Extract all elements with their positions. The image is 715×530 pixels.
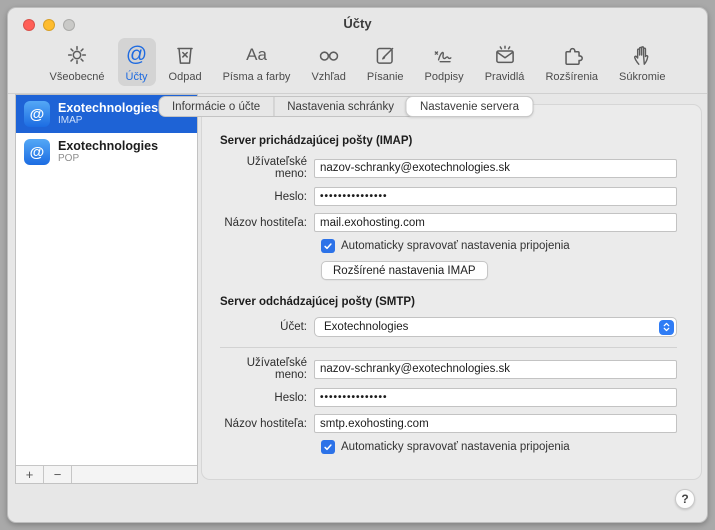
window-title: Účty [343,16,372,31]
account-list: @ Exotechnologies IMAP @ Exotechnologies… [15,94,198,484]
glasses-icon [316,41,342,69]
outgoing-hostname-field[interactable] [314,414,677,433]
incoming-password-label: Heslo: [274,190,307,203]
incoming-username-field[interactable] [314,158,677,178]
account-protocol: IMAP [58,115,83,126]
titlebar: Účty [8,8,707,32]
tab-server-settings[interactable]: Nastavenie servera [405,96,534,117]
minimize-button[interactable] [43,19,55,31]
toolbar-item-signatures[interactable]: Podpisy [417,38,472,86]
account-protocol: POP [58,153,80,164]
compose-icon [372,41,398,69]
toolbar-item-extensions[interactable]: Rozšírenia [537,38,606,86]
toolbar-item-general[interactable]: Všeobecné [42,38,113,86]
signature-icon [431,41,457,69]
gear-icon [64,41,90,69]
toolbar-item-fonts-colors[interactable]: Aa Písma a farby [215,38,299,86]
section-divider [220,347,677,348]
toolbar-item-label: Podpisy [424,71,464,83]
toolbar-item-label: Súkromie [619,71,666,83]
hand-icon [629,41,655,69]
puzzle-icon [559,41,585,69]
outgoing-username-field[interactable] [314,359,677,379]
toolbar-item-label: Vzhľad [311,71,346,83]
advanced-imap-settings-button[interactable]: Rozšírené nastavenia IMAP [321,261,488,280]
tab-account-info[interactable]: Informácie o účte [159,97,273,116]
outgoing-account-label: Účet: [280,321,307,333]
toolbar-item-label: Písma a farby [222,71,291,83]
trash-icon [172,41,198,69]
checkmark-icon [324,243,332,250]
popup-stepper-icon [659,319,674,335]
zoom-button [63,19,75,31]
outgoing-account-value: Exotechnologies [324,321,409,333]
outgoing-account-popup[interactable]: Exotechnologies [314,317,677,337]
toolbar-item-junk[interactable]: Odpad [161,38,210,86]
tab-mailbox-settings[interactable]: Nastavenia schránky [273,97,407,116]
account-name: Exotechnologies [58,139,159,153]
account-name: Exotechnologies [58,101,159,115]
checkmark-icon [324,444,332,451]
account-list-actions: + − [16,465,197,483]
toolbar-item-accounts[interactable]: @ Účty [117,38,156,86]
help-button[interactable]: ? [675,489,695,509]
outgoing-auto-manage-label: Automaticky spravovať nastavenia pripoje… [341,441,570,453]
incoming-server-heading: Server prichádzajúcej pošty (IMAP) [220,135,413,147]
add-account-button[interactable]: + [16,466,44,483]
toolbar-item-label: Rozšírenia [545,71,599,83]
outgoing-hostname-label: Názov hostiteľa: [224,417,307,430]
incoming-hostname-label: Názov hostiteľa: [224,216,307,229]
traffic-lights [23,19,75,31]
toolbar-item-label: Pravidlá [484,71,525,83]
outgoing-password-field[interactable] [314,388,677,407]
account-at-icon: @ [24,139,50,165]
server-settings-panel: Server prichádzajúcej pošty (IMAP) Užíva… [201,104,702,480]
account-at-icon: @ [24,101,50,127]
incoming-username-label: Užívateľské meno: [246,156,307,180]
preferences-window: Účty Všeobecné @ Účty Odpad Aa Písma a f… [7,7,708,523]
outgoing-username-label: Užívateľské meno: [246,357,307,381]
toolbar-item-label: Účty [125,71,148,83]
outgoing-auto-manage-checkbox[interactable] [321,440,335,454]
toolbar-item-privacy[interactable]: Súkromie [611,38,673,86]
toolbar-item-viewing[interactable]: Vzhľad [303,38,353,86]
incoming-auto-manage-label: Automaticky spravovať nastavenia pripoje… [341,240,570,252]
toolbar-item-composing[interactable]: Písanie [359,38,412,86]
account-row-pop[interactable]: @ Exotechnologies POP [16,133,197,171]
account-tabs: Informácie o účte Nastavenia schránky Na… [157,96,534,117]
close-button[interactable] [23,19,35,31]
toolbar-item-label: Všeobecné [49,71,105,83]
outgoing-server-heading: Server odchádzajúcej pošty (SMTP) [220,296,415,308]
outgoing-password-label: Heslo: [274,391,307,404]
toolbar-item-label: Odpad [168,71,202,83]
remove-account-button[interactable]: − [44,466,72,483]
incoming-password-field[interactable] [314,187,677,206]
incoming-hostname-field[interactable] [314,213,677,232]
preferences-toolbar: Všeobecné @ Účty Odpad Aa Písma a farby [8,32,707,94]
toolbar-item-rules[interactable]: Pravidlá [477,38,533,86]
toolbar-item-label: Písanie [366,71,404,83]
fonts-icon: Aa [246,45,267,64]
envelope-rules-icon [492,41,518,69]
at-icon: @ [125,43,148,66]
incoming-auto-manage-checkbox[interactable] [321,239,335,253]
